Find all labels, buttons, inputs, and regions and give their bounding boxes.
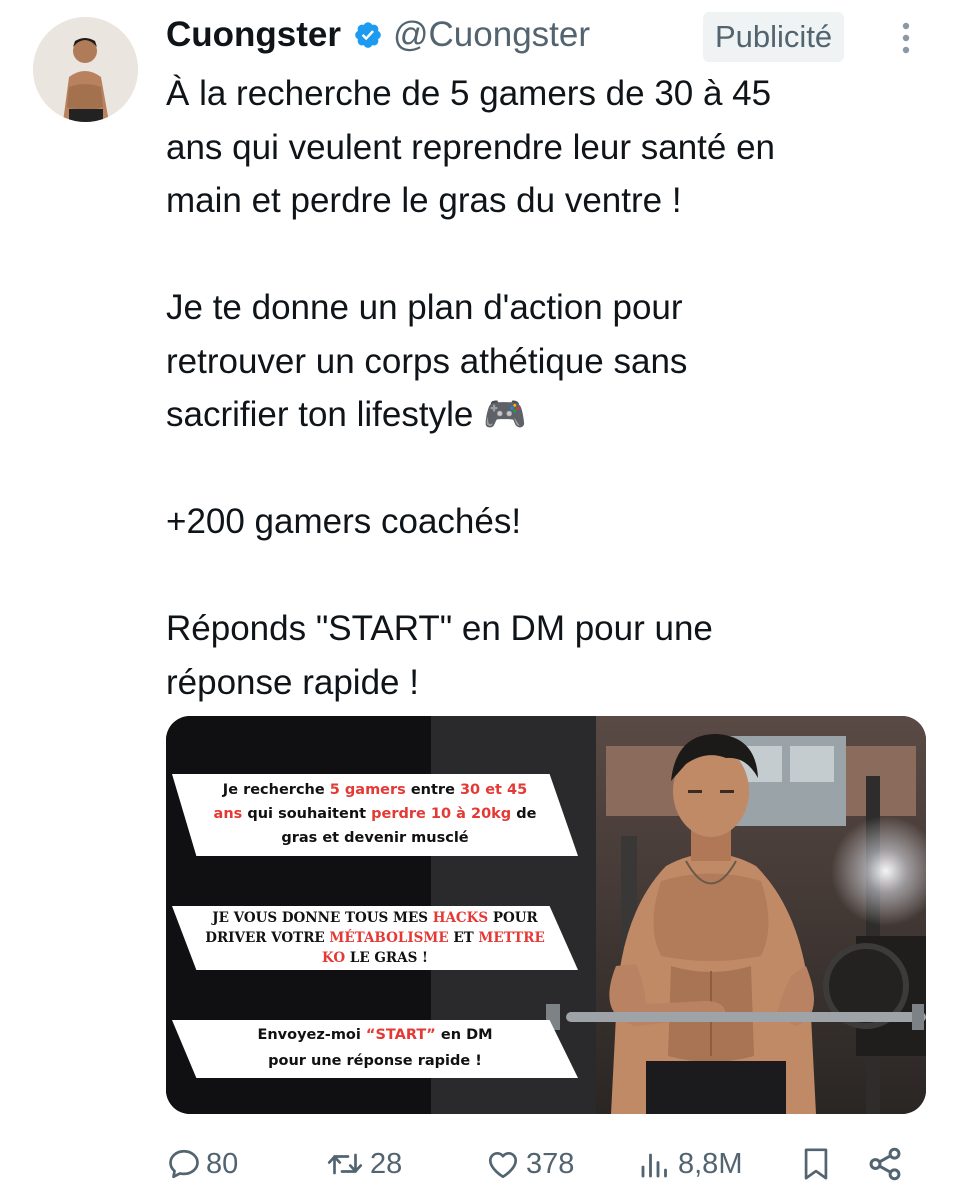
like-count: 378 [526, 1147, 575, 1180]
author-handle[interactable]: @Cuongster [393, 15, 590, 55]
banner2-line3: KO LE GRAS ! [322, 950, 428, 966]
avatar-photo [33, 17, 138, 122]
views-bar-chart-icon [641, 1153, 667, 1178]
share-button[interactable] [866, 1138, 908, 1190]
banner1-line1: Je recherche 5 gamers entre 30 et 45 [222, 782, 528, 798]
banner2-line1: JE VOUS DONNE TOUS MES HACKS POUR [212, 910, 538, 926]
repost-count: 28 [370, 1147, 403, 1180]
tweet-media-image[interactable]: Je recherche 5 gamers entre 30 et 45 ans… [166, 716, 926, 1114]
view-count: 8,8M [678, 1147, 743, 1180]
banner3-line1: Envoyez-moi “START” en DM [257, 1027, 493, 1043]
heart-icon [488, 1151, 518, 1179]
share-icon [869, 1147, 901, 1181]
repost-button[interactable]: 28 [324, 1138, 402, 1190]
promo-banner-3: Envoyez-moi “START” en DM pour une répon… [172, 1020, 578, 1078]
tweet-text: À la recherche de 5 gamers de 30 à 45 an… [166, 74, 776, 702]
banner3-line2: pour une réponse rapide ! [268, 1053, 482, 1069]
reply-count: 80 [206, 1147, 239, 1180]
more-options-icon[interactable] [896, 18, 916, 58]
banner1-line3: gras et devenir musclé [281, 830, 469, 846]
author-name[interactable]: Cuongster [166, 15, 341, 55]
ad-label-badge: Publicité [703, 12, 845, 62]
views-button[interactable]: 8,8M [636, 1138, 742, 1190]
reply-button[interactable]: 80 [166, 1138, 238, 1190]
like-button[interactable]: 378 [484, 1138, 574, 1190]
promo-banner-2: JE VOUS DONNE TOUS MES HACKS POUR DRIVER… [172, 906, 578, 970]
tweet-action-bar: 80 28 378 8,8M [166, 1138, 916, 1190]
banner2-line2: DRIVER VOTRE MÉTABOLISME ET METTRE [205, 930, 545, 946]
bookmark-icon [804, 1148, 828, 1180]
banner1-line2: ans qui souhaitent perdre 10 à 20kg de [213, 806, 537, 822]
promo-banner-1: Je recherche 5 gamers entre 30 et 45 ans… [172, 774, 578, 856]
verified-badge-icon [353, 20, 383, 50]
repost-icon [327, 1153, 363, 1175]
reply-icon [169, 1149, 199, 1179]
tweet-header: Cuongster @Cuongster [166, 10, 590, 60]
bookmark-button[interactable] [799, 1138, 837, 1190]
avatar[interactable] [33, 17, 138, 122]
